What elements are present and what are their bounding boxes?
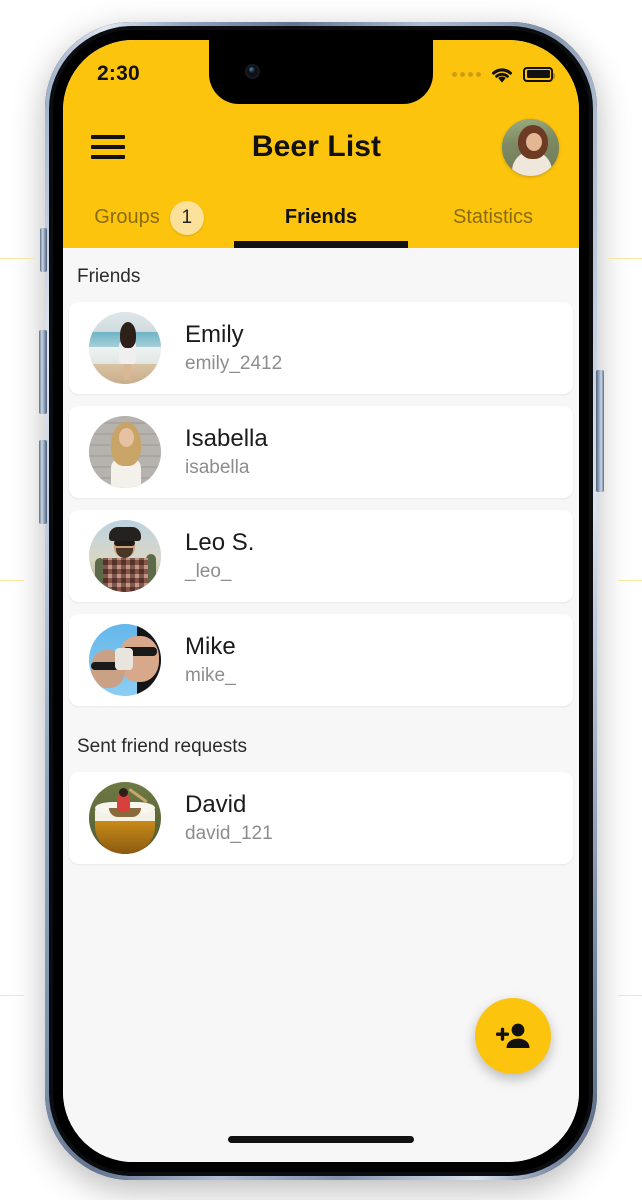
tab-friends[interactable]: Friends bbox=[234, 195, 408, 248]
avatar bbox=[89, 520, 161, 592]
tab-groups-label: Groups bbox=[94, 206, 160, 228]
avatar bbox=[89, 624, 161, 696]
tab-groups[interactable]: Groups 1 bbox=[63, 195, 235, 248]
friend-username: _leo_ bbox=[185, 561, 232, 583]
registration-tick bbox=[618, 580, 642, 581]
registration-tick bbox=[0, 258, 34, 259]
status-bar-clock: 2:30 bbox=[97, 62, 140, 85]
display-notch bbox=[209, 40, 433, 104]
list-item[interactable]: Leo S. _leo_ bbox=[69, 510, 573, 602]
tab-groups-badge: 1 bbox=[169, 200, 204, 235]
front-camera-icon bbox=[245, 64, 260, 79]
volume-down-button[interactable] bbox=[39, 440, 47, 524]
list-item[interactable]: Isabella isabella bbox=[69, 406, 573, 498]
avatar bbox=[89, 312, 161, 384]
friend-name: Emily bbox=[185, 320, 244, 348]
mute-switch-button[interactable] bbox=[40, 228, 47, 272]
active-tab-indicator bbox=[234, 241, 408, 248]
friend-name: Mike bbox=[185, 632, 236, 660]
add-friend-button[interactable] bbox=[475, 998, 551, 1074]
signal-dots-icon bbox=[452, 71, 481, 77]
navigation-row: Beer List bbox=[63, 102, 579, 192]
section-header-sent-requests: Sent friend requests bbox=[77, 736, 248, 757]
section-header-friends: Friends bbox=[77, 266, 141, 287]
registration-tick bbox=[0, 580, 24, 581]
registration-tick bbox=[0, 995, 24, 996]
wifi-icon bbox=[492, 67, 512, 83]
battery-full-icon bbox=[523, 66, 555, 82]
friend-username: emily_2412 bbox=[185, 353, 283, 375]
avatar[interactable] bbox=[502, 118, 559, 176]
friend-username: david_121 bbox=[185, 823, 273, 845]
friend-name: Isabella bbox=[185, 424, 268, 452]
status-bar-indicators bbox=[452, 65, 555, 84]
friend-username: isabella bbox=[185, 457, 250, 479]
phone-screen: 2:30 Beer List Groups 1 Friends Statisti… bbox=[63, 40, 579, 1162]
tab-friends-label: Friends bbox=[284, 206, 358, 228]
list-item[interactable]: David david_121 bbox=[69, 772, 573, 864]
screenshot-root: 2:30 Beer List Groups 1 Friends Statisti… bbox=[0, 0, 642, 1200]
friend-name: David bbox=[185, 790, 247, 818]
avatar bbox=[89, 416, 161, 488]
list-item[interactable]: Emily emily_2412 bbox=[69, 302, 573, 394]
tab-bar: Groups 1 Friends Statistics bbox=[63, 195, 579, 248]
tab-statistics-label: Statistics bbox=[452, 206, 534, 228]
person-add-icon bbox=[496, 1023, 530, 1048]
tab-statistics[interactable]: Statistics bbox=[407, 195, 579, 248]
friend-name: Leo S. bbox=[185, 528, 255, 556]
volume-up-button[interactable] bbox=[39, 330, 47, 414]
friend-username: mike_ bbox=[185, 665, 236, 687]
home-indicator[interactable] bbox=[228, 1136, 414, 1143]
avatar bbox=[89, 782, 161, 854]
registration-tick bbox=[618, 995, 642, 996]
page-title: Beer List bbox=[251, 130, 382, 163]
registration-tick bbox=[608, 258, 642, 259]
power-button[interactable] bbox=[596, 370, 604, 492]
list-item[interactable]: Mike mike_ bbox=[69, 614, 573, 706]
